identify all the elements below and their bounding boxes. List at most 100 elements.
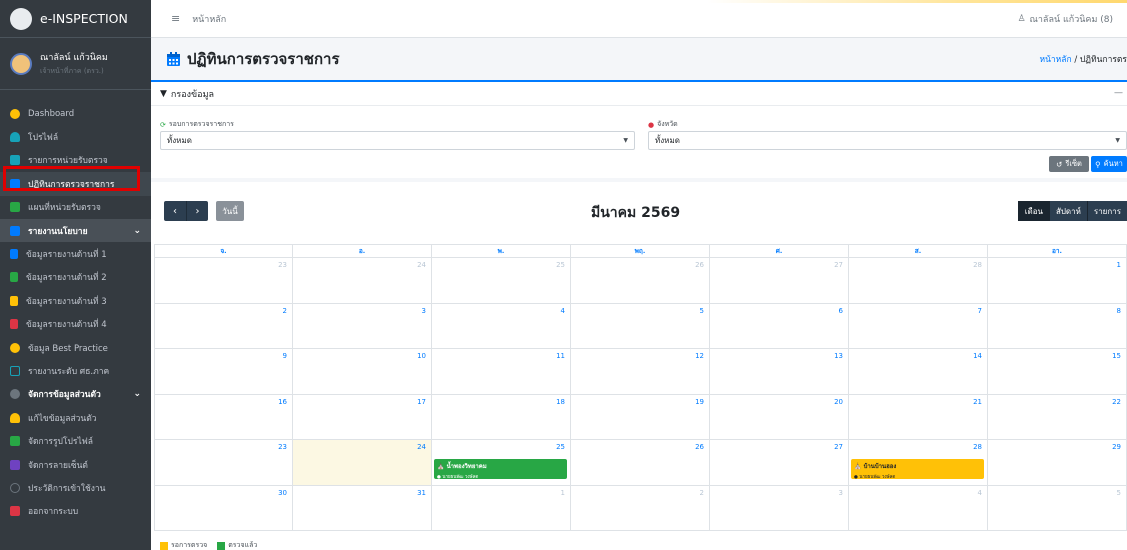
day-cell[interactable]: 1	[432, 485, 571, 530]
sidebar-item-profile-picture[interactable]: จัดการรูปโปรไฟล์	[0, 429, 151, 452]
day-cell[interactable]: 25	[432, 258, 571, 303]
calendar-event[interactable]: ⛪ บ้านบ้านฮอง ● นายธนพัฒ วงษ์ลด	[851, 459, 984, 480]
day-cell[interactable]: 11	[432, 349, 571, 394]
day-cell[interactable]: 21	[849, 394, 988, 439]
round-select[interactable]: ทั้งหมด ▼	[160, 131, 635, 150]
sidebar-item-map[interactable]: แผนที่หน่วยรับตรวจ	[0, 196, 151, 219]
day-number: 3	[838, 488, 843, 497]
day-cell[interactable]: 23	[154, 440, 293, 485]
day-cell[interactable]: 8	[988, 303, 1127, 348]
user-name: ณาลัลน์ แก้วนิคม	[40, 53, 108, 63]
day-number: 8	[1116, 306, 1121, 315]
day-cell[interactable]: 13	[710, 349, 849, 394]
sidebar-item-profile[interactable]: โปรไฟล์	[0, 125, 151, 148]
view-list-button[interactable]: รายการ	[1086, 201, 1127, 221]
day-cell[interactable]: 15	[988, 349, 1127, 394]
day-number: 21	[973, 397, 982, 406]
sidebar-group-personal-data[interactable]: จัดการข้อมูลส่วนตัว ⌄	[0, 383, 151, 406]
filter-card-header[interactable]: ▼ กรองข้อมูล	[151, 82, 1127, 106]
calendar-week: 9 10 11 12 13 14 15	[154, 349, 1127, 395]
sidebar-item-logout[interactable]: ออกจากระบบ	[0, 500, 151, 523]
day-number: 19	[695, 397, 704, 406]
day-number: 25	[556, 261, 565, 269]
day-cell[interactable]: 10	[293, 349, 432, 394]
weekday-mon: จ.	[154, 245, 293, 257]
day-cell[interactable]: 27	[710, 258, 849, 303]
day-number: 23	[278, 443, 287, 451]
day-cell[interactable]: 28 ⛪ บ้านบ้านฮอง ● นายธนพัฒ วงษ์ลด	[849, 440, 988, 485]
calendar-event[interactable]: ⛪ น้ำพองวิทยาคม ● นายธนพัฒ วงษ์ลด	[434, 459, 567, 480]
day-cell[interactable]: 25 ⛪ น้ำพองวิทยาคม ● นายธนพัฒ วงษ์ลด	[432, 440, 571, 485]
day-cell[interactable]: 31	[293, 485, 432, 530]
view-week-button[interactable]: สัปดาห์	[1048, 201, 1087, 221]
day-cell[interactable]: 3	[293, 303, 432, 348]
chevron-right-icon: ›	[195, 205, 200, 217]
collapse-icon[interactable]: —	[1114, 88, 1123, 98]
day-cell[interactable]: 18	[432, 394, 571, 439]
day-cell[interactable]: 9	[154, 349, 293, 394]
topbar-home-link[interactable]: หน้าหลัก	[192, 12, 226, 26]
day-cell[interactable]: 17	[293, 394, 432, 439]
day-cell[interactable]: 4	[849, 485, 988, 530]
today-button[interactable]: วันนี้	[216, 201, 244, 221]
sidebar-group-policy-report[interactable]: รายงานนโยบาย ⌄	[0, 218, 151, 243]
today-cell[interactable]: 24	[293, 440, 432, 485]
day-cell[interactable]: 27	[710, 440, 849, 485]
reset-button[interactable]: ↺ รีเซ็ต	[1049, 156, 1089, 172]
breadcrumb-home[interactable]: หน้าหลัก	[1039, 55, 1071, 65]
search-button[interactable]: ⚲ ค้นหา	[1091, 156, 1127, 172]
dashboard-icon	[10, 108, 20, 119]
sidebar-item-edit-profile[interactable]: แก้ไขข้อมูลส่วนตัว	[0, 406, 151, 429]
day-cell[interactable]: 29	[988, 440, 1127, 485]
province-select[interactable]: ทั้งหมด ▼	[648, 131, 1127, 150]
day-cell[interactable]: 28	[849, 258, 988, 303]
day-cell[interactable]: 7	[849, 303, 988, 348]
sidebar-item-report-1[interactable]: ข้อมูลรายงานด้านที่ 1	[0, 242, 151, 265]
brand[interactable]: e-INSPECTION	[0, 0, 151, 38]
day-cell[interactable]: 14	[849, 349, 988, 394]
day-number: 6	[838, 306, 843, 315]
sidebar-item-report-3[interactable]: ข้อมูลรายงานด้านที่ 3	[0, 289, 151, 312]
sidebar-item-dashboard[interactable]: Dashboard	[0, 102, 151, 125]
day-cell[interactable]: 26	[571, 440, 710, 485]
sidebar-item-login-history[interactable]: ประวัติการเข้าใช้งาน	[0, 476, 151, 499]
day-cell[interactable]: 3	[710, 485, 849, 530]
province-label-wrap: ● จังหวัด	[648, 119, 678, 130]
topbar-user-menu[interactable]: ♙ ณาลัลน์ แก้วนิคม (8)	[1017, 12, 1113, 26]
day-cell[interactable]: 12	[571, 349, 710, 394]
day-cell[interactable]: 2	[571, 485, 710, 530]
sidebar-item-report-4[interactable]: ข้อมูลรายงานด้านที่ 4	[0, 313, 151, 336]
sidebar-item-calendar[interactable]: ปฏิทินการตรวจราชการ	[0, 172, 151, 196]
day-number: 11	[556, 352, 565, 360]
day-cell[interactable]: 6	[710, 303, 849, 348]
prev-month-button[interactable]: ‹	[164, 201, 186, 221]
day-cell[interactable]: 16	[154, 394, 293, 439]
menu-toggle-icon[interactable]: ≡	[171, 12, 180, 25]
day-cell[interactable]: 23	[154, 258, 293, 303]
next-month-button[interactable]: ›	[186, 201, 208, 221]
calendar-week: 23 24 25 26 27 28 1	[154, 258, 1127, 304]
day-cell[interactable]: 24	[293, 258, 432, 303]
day-number: 24	[417, 261, 426, 269]
day-cell[interactable]: 2	[154, 303, 293, 348]
gears-icon	[10, 389, 20, 400]
sidebar-item-best-practice[interactable]: ข้อมูล Best Practice	[0, 336, 151, 359]
day-cell[interactable]: 5	[571, 303, 710, 348]
day-cell[interactable]: 30	[154, 485, 293, 530]
day-cell[interactable]: 20	[710, 394, 849, 439]
sidebar-item-inspection-list[interactable]: รายการหน่วยรับตรวจ	[0, 149, 151, 172]
day-number: 28	[973, 261, 982, 269]
user-panel[interactable]: ณาลัลน์ แก้วนิคม เจ้าหน้าที่ภาค (ตรว.)	[0, 38, 151, 90]
view-month-button[interactable]: เดือน	[1017, 201, 1049, 221]
sidebar-item-signature[interactable]: จัดการลายเซ็นต์	[0, 453, 151, 476]
day-cell[interactable]: 26	[571, 258, 710, 303]
sidebar-item-regional-report[interactable]: รายงานระดับ ศธ.ภาค	[0, 359, 151, 382]
sidebar-item-report-2[interactable]: ข้อมูลรายงานด้านที่ 2	[0, 266, 151, 289]
day-cell[interactable]: 5	[988, 485, 1127, 530]
breadcrumb-current: ปฏิทินการตร	[1079, 55, 1127, 65]
day-cell[interactable]: 19	[571, 394, 710, 439]
day-cell[interactable]: 22	[988, 394, 1127, 439]
day-cell[interactable]: 4	[432, 303, 571, 348]
day-cell[interactable]: 1	[988, 258, 1127, 303]
search-icon: ⚲	[1095, 159, 1101, 169]
